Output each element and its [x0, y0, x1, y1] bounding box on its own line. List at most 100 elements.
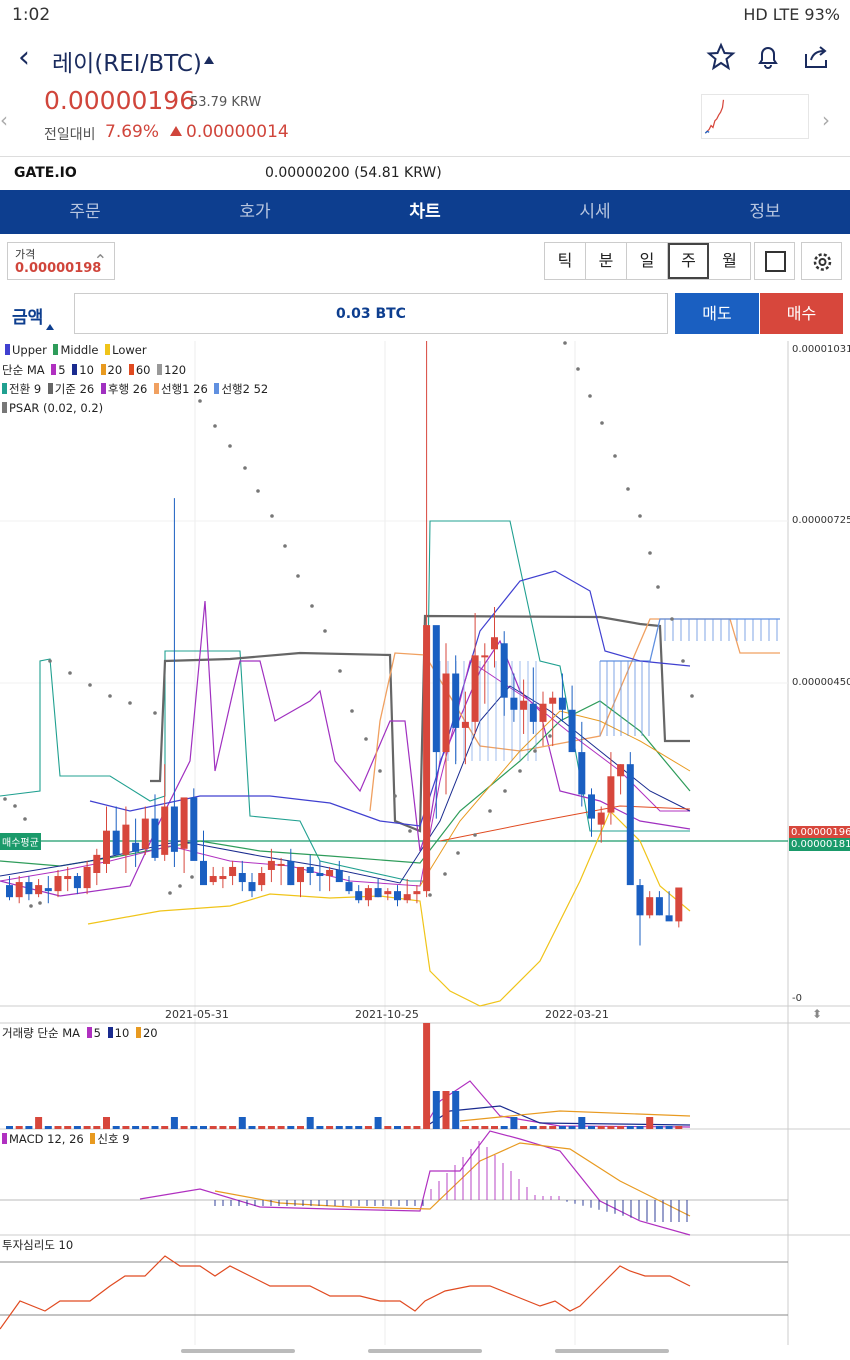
period-minute[interactable]: 분: [586, 243, 627, 279]
avg-buy-tag: 매수평균: [0, 833, 41, 850]
tab-chart[interactable]: 차트: [340, 190, 510, 234]
psar-dot: [473, 833, 477, 837]
candle-body: [229, 866, 237, 877]
app-header: ‹ 레이(REI/BTC): [0, 30, 850, 88]
amount-label[interactable]: 금액: [12, 303, 43, 328]
exchange-price: 0.00000200 (54.81 KRW): [265, 165, 442, 181]
candle-body: [44, 888, 52, 892]
psar-dot: [548, 734, 552, 738]
amount-dropdown-icon[interactable]: [46, 324, 54, 330]
candle-body: [112, 830, 120, 855]
candle-body: [481, 655, 489, 658]
volume-bar: [413, 1126, 421, 1129]
macd-signal-label: 신호 9: [97, 1132, 130, 1146]
star-icon[interactable]: [706, 42, 736, 72]
candle-body: [549, 697, 557, 704]
volume-bar: [335, 1126, 343, 1129]
square-icon: [765, 251, 786, 272]
x-axis-label: 2022-03-21: [545, 1008, 609, 1021]
share-icon[interactable]: [801, 42, 831, 72]
buy-button[interactable]: 매수: [760, 293, 843, 334]
psar-dot: [670, 617, 674, 621]
title-dropdown-icon[interactable]: [204, 56, 214, 64]
tab-orderbook[interactable]: 호가: [170, 190, 340, 234]
psar-dot: [3, 797, 7, 801]
next-coin-icon[interactable]: ›: [822, 108, 830, 132]
volume-ma10-label: 10: [114, 1026, 130, 1040]
candle-body: [326, 869, 334, 877]
price-type-select[interactable]: 가격 0.00000198 ⌃: [7, 242, 115, 280]
psar-dot: [488, 809, 492, 813]
candle-body: [122, 824, 130, 855]
period-tick[interactable]: 틱: [545, 243, 586, 279]
psar-dot: [168, 891, 172, 895]
volume-bar: [403, 1126, 411, 1129]
candle-body: [520, 700, 528, 710]
ma-title: 단순 MA: [2, 363, 45, 377]
up-arrow-icon: [170, 126, 182, 136]
candle-body: [394, 891, 401, 901]
prev-coin-icon[interactable]: ‹: [0, 108, 8, 132]
nav-handle: [555, 1349, 669, 1353]
psar-dot: [283, 544, 287, 548]
psar-dot: [350, 709, 354, 713]
candle-body: [306, 866, 314, 873]
price-type-value: 0.00000198: [15, 261, 102, 276]
current-price: 0.00000196: [44, 86, 196, 115]
psar-dot: [503, 789, 507, 793]
volume-bar: [394, 1126, 401, 1129]
volume-bar: [238, 1117, 246, 1129]
volume-bar: [83, 1126, 91, 1129]
psar-legend: PSAR (0.02, 0.2): [2, 401, 103, 415]
price-chart-canvas[interactable]: [0, 341, 850, 1345]
candle-body: [141, 818, 149, 849]
resize-handle-icon[interactable]: ⬍: [812, 1007, 822, 1021]
sell-button[interactable]: 매도: [675, 293, 759, 334]
candle-body: [568, 709, 576, 753]
settings-button[interactable]: [801, 242, 842, 280]
tab-market[interactable]: 시세: [510, 190, 680, 234]
psar-dot: [443, 872, 447, 876]
candle-body: [607, 776, 615, 813]
ma120-label: 120: [164, 363, 187, 377]
volume-bar: [364, 1126, 372, 1129]
chart-area[interactable]: Upper Middle Lower 단순 MA 5 10 20 60 120 …: [0, 341, 850, 1345]
period-week[interactable]: 주: [668, 243, 709, 279]
tab-info[interactable]: 정보: [680, 190, 850, 234]
candle-body: [15, 882, 23, 898]
back-arrow-icon[interactable]: ‹: [18, 40, 30, 75]
candle-body: [287, 860, 295, 886]
psar-dot: [108, 694, 112, 698]
mini-chart[interactable]: [701, 94, 809, 139]
volume-bar: [200, 1126, 207, 1129]
psar-dot: [600, 421, 604, 425]
tab-order[interactable]: 주문: [0, 190, 170, 234]
psar-dot: [178, 884, 182, 888]
volume-bar: [597, 1126, 605, 1129]
candle-body: [161, 806, 169, 855]
period-month[interactable]: 월: [709, 243, 750, 279]
amount-input[interactable]: 0.03 BTC: [74, 293, 668, 334]
period-day[interactable]: 일: [627, 243, 668, 279]
ichimoku-span2-label: 선행2 52: [221, 382, 269, 396]
ma20-label: 20: [107, 363, 123, 377]
fullscreen-button[interactable]: [754, 242, 795, 280]
volume-bar: [636, 1126, 644, 1129]
psar-dot: [638, 514, 642, 518]
volume-bar: [219, 1126, 227, 1129]
volume-bar: [297, 1126, 304, 1129]
volume-bar: [190, 1126, 198, 1129]
psar-dot: [213, 424, 217, 428]
page-title[interactable]: 레이(REI/BTC): [52, 44, 202, 78]
psar-dot: [338, 669, 342, 673]
candle-body: [355, 891, 363, 901]
candle-body: [248, 882, 256, 892]
volume-bar: [520, 1126, 528, 1129]
volume-bar: [161, 1126, 169, 1129]
candle-body: [151, 818, 159, 858]
volume-bar: [25, 1126, 33, 1129]
avg-buy-price-tag: 0.00000181: [789, 838, 850, 851]
price-type-label: 가격: [15, 248, 36, 261]
candle-body: [529, 703, 537, 722]
bell-icon[interactable]: [753, 42, 783, 72]
